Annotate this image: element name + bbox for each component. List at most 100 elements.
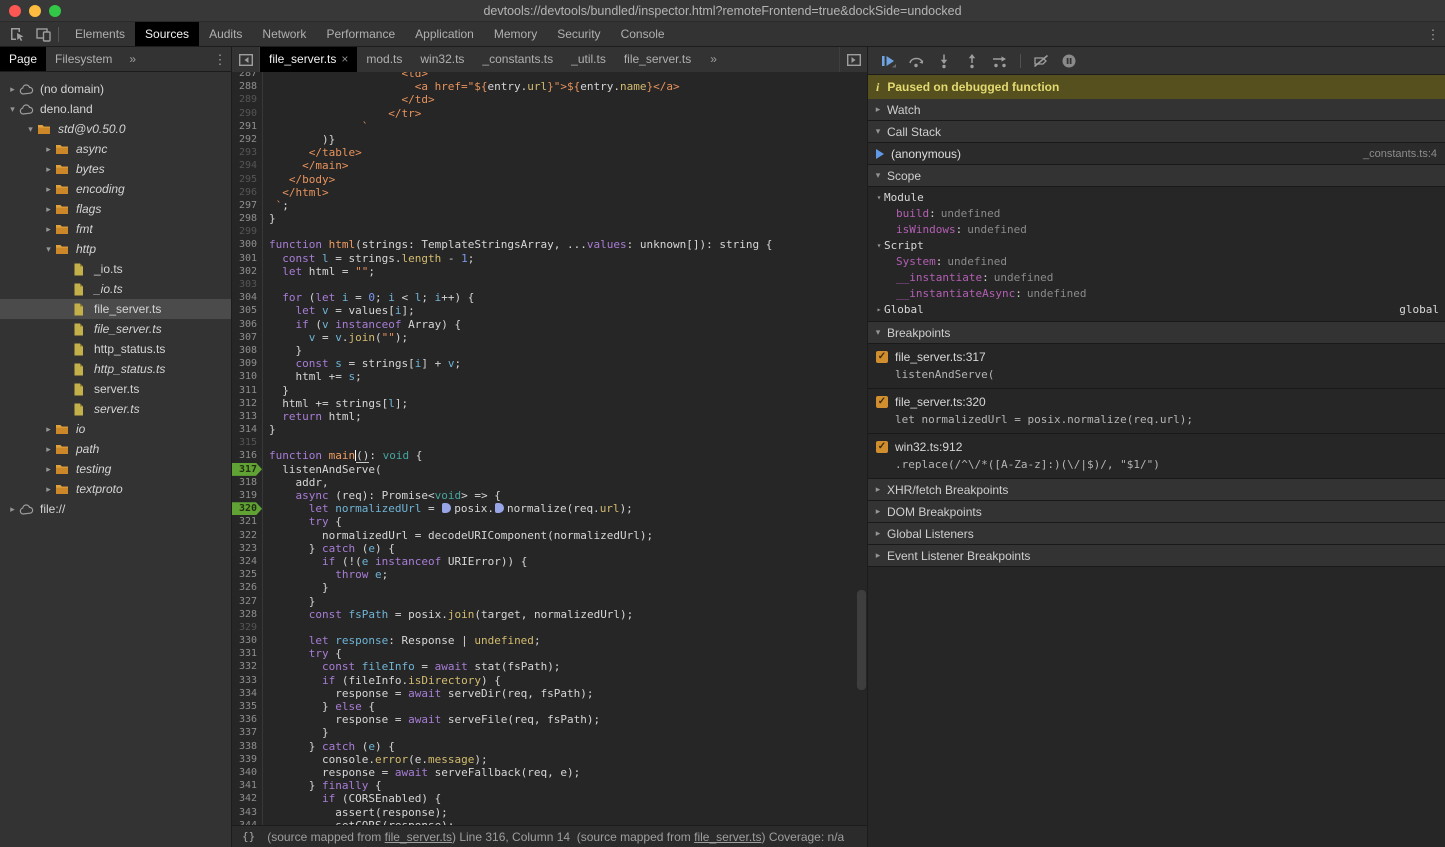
tree-item-fmt[interactable]: ▸fmt: [0, 219, 231, 239]
navigator-tab-page[interactable]: Page: [0, 47, 46, 71]
code-text[interactable]: `: [263, 120, 368, 133]
breakpoint-checkbox[interactable]: ✓: [876, 441, 888, 453]
tree-item-io-ts[interactable]: _io.ts: [0, 279, 231, 299]
line-number-316[interactable]: 316: [232, 449, 262, 462]
code-text[interactable]: addr,: [263, 476, 329, 489]
tree-item-path[interactable]: ▸path: [0, 439, 231, 459]
line-number-339[interactable]: 339: [232, 753, 262, 766]
show-debugger-sidebar-icon[interactable]: [839, 47, 867, 72]
code-text[interactable]: }: [263, 595, 315, 608]
main-tab-network[interactable]: Network: [252, 22, 316, 46]
code-text[interactable]: )}: [263, 133, 335, 146]
breakpoint-code-snippet[interactable]: let normalizedUrl = posix.normalize(req.…: [868, 411, 1445, 428]
code-text[interactable]: response = await serveFallback(req, e);: [263, 766, 580, 779]
line-number-335[interactable]: 335: [232, 700, 262, 713]
line-number-333[interactable]: 333: [232, 674, 262, 687]
line-number-308[interactable]: 308: [232, 344, 262, 357]
line-number-287[interactable]: 287: [232, 72, 262, 80]
line-number-313[interactable]: 313: [232, 410, 262, 423]
code-text[interactable]: } else {: [263, 700, 375, 713]
tree-item-textproto[interactable]: ▸textproto: [0, 479, 231, 499]
code-text[interactable]: } finally {: [263, 779, 382, 792]
code-text[interactable]: }: [263, 344, 302, 357]
main-tab-audits[interactable]: Audits: [199, 22, 252, 46]
line-number-310[interactable]: 310: [232, 370, 262, 383]
editor-tab-overflow-icon[interactable]: »: [700, 47, 727, 72]
line-number-343[interactable]: 343: [232, 806, 262, 819]
breakpoint-location[interactable]: file_server.ts:317: [895, 350, 986, 364]
tree-item-std-v0-50-0[interactable]: ▾std@v0.50.0: [0, 119, 231, 139]
code-text[interactable]: function html(strings: TemplateStringsAr…: [263, 238, 772, 251]
code-text[interactable]: return html;: [263, 410, 362, 423]
close-tab-icon[interactable]: ×: [341, 47, 348, 72]
step-icon[interactable]: [986, 48, 1014, 74]
line-number-290[interactable]: 290: [232, 107, 262, 120]
line-number-334[interactable]: 334: [232, 687, 262, 700]
code-text[interactable]: `;: [263, 199, 289, 212]
main-tab-elements[interactable]: Elements: [65, 22, 135, 46]
code-text[interactable]: const fileInfo = await stat(fsPath);: [263, 660, 560, 673]
code-text[interactable]: listenAndServe(: [263, 463, 382, 476]
line-number-300[interactable]: 300: [232, 238, 262, 251]
section-global-listeners[interactable]: ▸Global Listeners: [868, 523, 1445, 545]
line-number-289[interactable]: 289: [232, 93, 262, 106]
code-text[interactable]: if (!(e instanceof URIError)) {: [263, 555, 527, 568]
line-number-294[interactable]: 294: [232, 159, 262, 172]
chevron-down-icon[interactable]: ▾: [6, 104, 19, 115]
tree-item-encoding[interactable]: ▸encoding: [0, 179, 231, 199]
breakpoint-checkbox[interactable]: ✓: [876, 396, 888, 408]
line-number-303[interactable]: 303: [232, 278, 262, 291]
line-number-291[interactable]: 291: [232, 120, 262, 133]
line-number-329[interactable]: 329: [232, 621, 262, 634]
chevron-right-icon[interactable]: ▸: [42, 224, 55, 235]
editor-scrollbar-thumb[interactable]: [857, 590, 866, 690]
resume-script-icon[interactable]: [874, 48, 902, 74]
code-text[interactable]: </html>: [263, 186, 329, 199]
code-text[interactable]: </body>: [263, 173, 335, 186]
line-number-312[interactable]: 312: [232, 397, 262, 410]
code-text[interactable]: } catch (e) {: [263, 740, 395, 753]
code-text[interactable]: [263, 621, 269, 634]
line-number-314[interactable]: 314: [232, 423, 262, 436]
breakpoint-code-snippet[interactable]: listenAndServe(: [868, 366, 1445, 383]
line-number-331[interactable]: 331: [232, 647, 262, 660]
device-toolbar-icon[interactable]: [30, 22, 56, 47]
source-map-link[interactable]: file_server.ts: [694, 830, 761, 844]
code-text[interactable]: if (fileInfo.isDirectory) {: [263, 674, 501, 687]
section-call-stack[interactable]: ▾ Call Stack: [868, 121, 1445, 143]
code-text[interactable]: v = v.join("");: [263, 331, 408, 344]
code-text[interactable]: for (let i = 0; i < l; i++) {: [263, 291, 474, 304]
breakpoint-code-snippet[interactable]: .replace(/^\/*([A-Za-z]:)(\/|$)/, "$1/"): [868, 456, 1445, 473]
section-breakpoints[interactable]: ▾ Breakpoints: [868, 322, 1445, 344]
section-xhr-fetch-breakpoints[interactable]: ▸XHR/fetch Breakpoints: [868, 479, 1445, 501]
code-text[interactable]: throw e;: [263, 568, 388, 581]
code-text[interactable]: }: [263, 726, 329, 739]
code-text[interactable]: <td>: [263, 72, 428, 80]
tree-item-bytes[interactable]: ▸bytes: [0, 159, 231, 179]
code-text[interactable]: let normalizedUrl = posix.normalize(req.…: [263, 502, 633, 515]
frame-location[interactable]: _constants.ts:4: [1363, 148, 1437, 160]
chevron-right-icon[interactable]: ▸: [42, 464, 55, 475]
devtools-menu-icon[interactable]: ⋮: [1421, 22, 1445, 46]
tree-item-no-domain[interactable]: ▸(no domain): [0, 79, 231, 99]
line-number-319[interactable]: 319: [232, 489, 262, 502]
main-tab-console[interactable]: Console: [611, 22, 675, 46]
tree-item-file[interactable]: ▸file://: [0, 499, 231, 519]
main-tab-security[interactable]: Security: [547, 22, 610, 46]
breakpoint-location[interactable]: win32.ts:912: [895, 440, 962, 454]
tree-item-async[interactable]: ▸async: [0, 139, 231, 159]
line-number-299[interactable]: 299: [232, 225, 262, 238]
scope-section-global[interactable]: ▸Globalglobal: [868, 301, 1445, 317]
chevron-down-icon[interactable]: ▾: [24, 124, 37, 135]
line-number-318[interactable]: 318: [232, 476, 262, 489]
line-number-322[interactable]: 322: [232, 529, 262, 542]
chevron-right-icon[interactable]: ▸: [42, 424, 55, 435]
line-number-332[interactable]: 332: [232, 660, 262, 673]
line-number-327[interactable]: 327: [232, 595, 262, 608]
code-text[interactable]: const s = strings[i] + v;: [263, 357, 461, 370]
tree-item-http-status-ts[interactable]: http_status.ts: [0, 359, 231, 379]
code-text[interactable]: setCORS(response);: [263, 819, 454, 825]
chevron-right-icon[interactable]: ▸: [6, 84, 19, 95]
code-text[interactable]: } catch (e) {: [263, 542, 395, 555]
line-number-340[interactable]: 340: [232, 766, 262, 779]
